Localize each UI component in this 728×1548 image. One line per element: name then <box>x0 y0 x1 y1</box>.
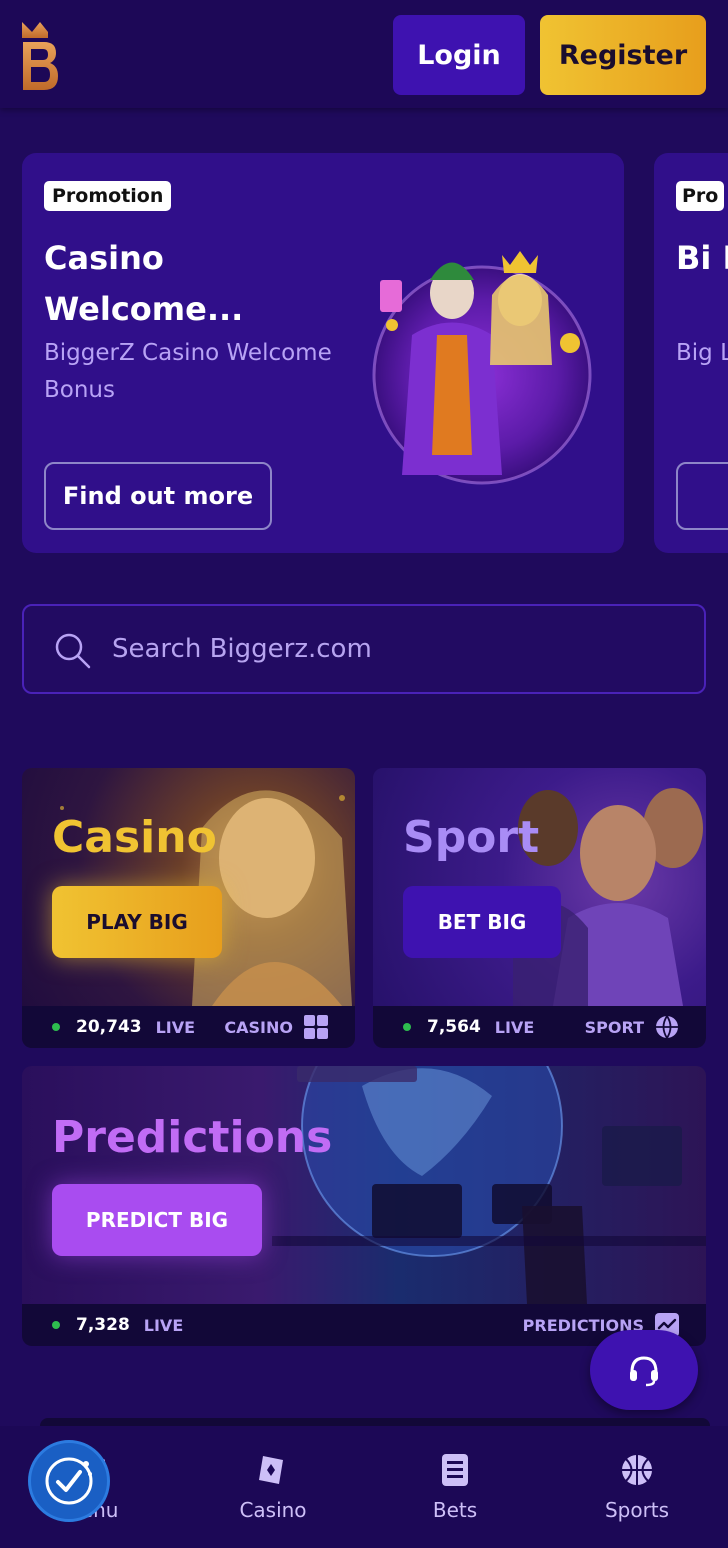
live-indicator <box>52 1321 60 1329</box>
find-out-more-button[interactable]: Find out more <box>44 462 272 530</box>
nav-label: Sports <box>604 1498 670 1522</box>
top-header: Login Register <box>0 0 728 108</box>
category-label: CASINO <box>224 1017 293 1037</box>
predictions-tile-title: Predictions <box>52 1112 333 1163</box>
promo-subtitle: BiggerZ Casino Welcome Bonus <box>44 340 332 403</box>
promo-badge: Pro <box>676 181 725 211</box>
live-count: 7,328 <box>76 1315 130 1335</box>
promo-title: Bi Ro <box>676 239 728 277</box>
bonus-badge-button[interactable] <box>28 1440 110 1522</box>
search-icon <box>55 633 91 669</box>
checkmark-badge-icon <box>45 1457 93 1505</box>
register-button[interactable]: Register <box>540 15 706 95</box>
live-label: LIVE <box>143 1315 184 1335</box>
casino-live-bar: 20,743 LIVE CASINO <box>22 1006 355 1048</box>
sport-tile[interactable]: Sport BET BIG 7,564 LIVE SPORT <box>373 768 706 1048</box>
predict-big-button[interactable]: PREDICT BIG <box>52 1184 262 1256</box>
casino-tile-title: Casino <box>52 812 217 863</box>
headset-icon <box>630 1356 658 1387</box>
cards-icon <box>259 1456 283 1484</box>
bet-big-button[interactable]: BET BIG <box>403 886 561 958</box>
support-chat-button[interactable] <box>590 1330 698 1410</box>
live-indicator <box>403 1023 411 1031</box>
nav-item-sports[interactable]: Sports <box>546 1426 728 1548</box>
ball-icon <box>656 1015 678 1039</box>
play-big-button[interactable]: PLAY BIG <box>52 886 222 958</box>
sport-tile-title: Sport <box>403 812 540 863</box>
betslip-icon <box>442 1454 468 1486</box>
live-count: 20,743 <box>76 1017 142 1037</box>
sport-live-bar: 7,564 LIVE SPORT <box>373 1006 706 1048</box>
find-out-more-button[interactable]: F <box>676 462 728 530</box>
promo-title: Casino Welcome... <box>44 239 244 328</box>
live-count: 7,564 <box>427 1017 481 1037</box>
search-input[interactable] <box>112 606 672 692</box>
promo-badge: Promotion <box>44 181 172 211</box>
search-bar[interactable] <box>22 604 706 694</box>
live-indicator <box>52 1023 60 1031</box>
promo-card-next[interactable]: Pro Bi Ro Big Los F <box>654 153 728 553</box>
predictions-tile[interactable]: Predictions PREDICT BIG 7,328 LIVE PREDI… <box>22 1066 706 1346</box>
promo-image <box>372 251 592 485</box>
basketball-icon <box>622 1455 652 1485</box>
nav-label: Bets <box>432 1498 478 1522</box>
grid-icon <box>304 1015 328 1039</box>
promo-subtitle: Big Los <box>676 340 728 366</box>
live-label: LIVE <box>494 1017 535 1037</box>
live-label: LIVE <box>155 1017 196 1037</box>
nav-label: Casino <box>239 1498 307 1522</box>
nav-item-casino[interactable]: Casino <box>182 1426 364 1548</box>
login-button[interactable]: Login <box>393 15 525 95</box>
category-label: SPORT <box>584 1017 644 1037</box>
casino-tile[interactable]: Casino PLAY BIG 20,743 LIVE CASINO <box>22 768 355 1048</box>
biggerz-logo[interactable] <box>18 18 62 92</box>
nav-item-bets[interactable]: Bets <box>364 1426 546 1548</box>
promo-card[interactable]: Promotion Casino Welcome... BiggerZ Casi… <box>22 153 624 553</box>
